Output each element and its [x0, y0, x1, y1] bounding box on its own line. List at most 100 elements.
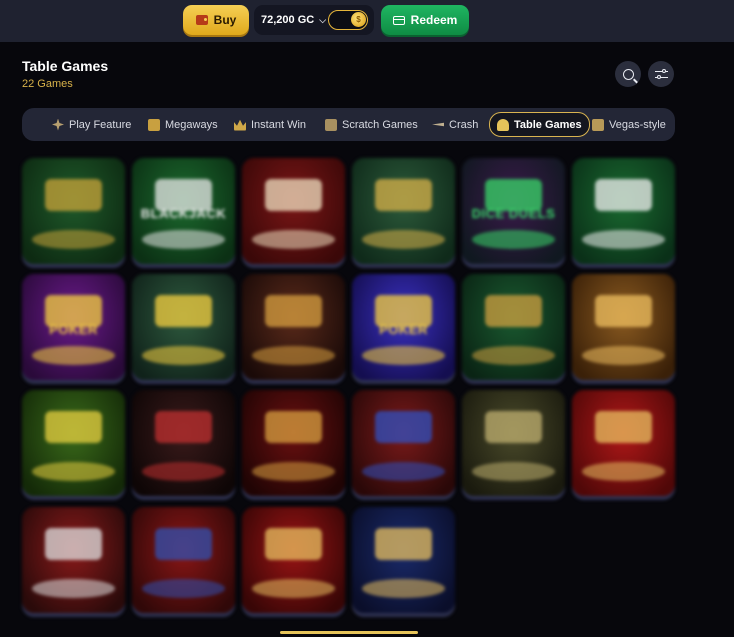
tab-instant-win[interactable]: Instant Win — [234, 112, 306, 137]
currency-toggle[interactable]: $ — [328, 10, 368, 30]
game-art-base — [252, 346, 335, 366]
game-tile[interactable] — [22, 158, 125, 264]
game-thumbnail: POKER — [22, 274, 125, 380]
game-thumbnail — [242, 274, 345, 380]
game-tile[interactable]: DICE DUELS — [462, 158, 565, 264]
game-art-base — [362, 346, 445, 366]
game-tile[interactable] — [242, 390, 345, 496]
buy-button[interactable]: Buy — [183, 5, 249, 35]
game-art — [594, 179, 653, 211]
game-thumbnail — [22, 158, 125, 264]
tab-label: Instant Win — [251, 118, 307, 131]
game-thumbnail: POKER — [352, 274, 455, 380]
filter-button[interactable] — [648, 61, 674, 87]
game-art — [594, 295, 653, 327]
game-art-base — [362, 230, 445, 250]
tab-table-games[interactable]: Table Games — [489, 112, 590, 137]
game-tile[interactable] — [462, 274, 565, 380]
megaways-icon — [148, 118, 160, 131]
game-art — [264, 411, 323, 443]
coin-icon: $ — [351, 12, 366, 27]
game-tile[interactable] — [572, 158, 675, 264]
game-art — [44, 411, 103, 443]
search-button[interactable] — [615, 61, 641, 87]
game-art-base — [472, 462, 555, 482]
game-thumbnail — [572, 274, 675, 380]
game-thumbnail — [352, 390, 455, 496]
tab-label: Scratch Games — [342, 118, 418, 131]
game-art-base — [362, 462, 445, 482]
game-art-base — [582, 230, 665, 250]
game-tile[interactable]: POKER — [352, 274, 455, 380]
game-art-base — [252, 230, 335, 250]
game-tile[interactable] — [352, 390, 455, 496]
crown-icon — [234, 119, 246, 131]
game-art-base — [142, 230, 225, 250]
game-art — [44, 528, 103, 560]
game-tile[interactable]: POKER — [22, 274, 125, 380]
game-tile[interactable] — [572, 390, 675, 496]
game-art-base — [252, 462, 335, 482]
tab-play-feature[interactable]: Play Feature — [52, 112, 131, 137]
game-art-base — [32, 346, 115, 366]
game-thumbnail — [132, 390, 235, 496]
game-art — [484, 295, 543, 327]
game-title: BLACKJACK — [140, 206, 227, 221]
game-art-base — [472, 230, 555, 250]
buy-label: Buy — [213, 13, 237, 27]
game-thumbnail — [352, 507, 455, 613]
game-art — [154, 295, 213, 327]
game-thumbnail — [22, 390, 125, 496]
card-icon — [392, 15, 405, 25]
tab-scratch-games[interactable]: Scratch Games — [325, 112, 418, 137]
game-art-base — [142, 346, 225, 366]
tab-vegas-style[interactable]: Vegas-style — [592, 112, 666, 137]
category-tabs: sPlay FeatureMegawaysInstant WinScratch … — [22, 108, 675, 141]
game-art-base — [582, 346, 665, 366]
sparkle-icon — [52, 118, 64, 131]
game-tile[interactable] — [132, 390, 235, 496]
game-tile[interactable] — [572, 274, 675, 380]
balance-value: 72,200 GC — [261, 14, 315, 26]
game-art-base — [362, 579, 445, 599]
chevron-down-icon[interactable]: ⌵ — [319, 15, 326, 26]
game-tile[interactable] — [462, 390, 565, 496]
game-title: DICE DUELS — [471, 206, 556, 221]
tab-label: Vegas-style — [609, 118, 666, 131]
tab-megaways[interactable]: Megaways — [148, 112, 218, 137]
redeem-button[interactable]: Redeem — [381, 5, 469, 35]
tab-label: Megaways — [165, 118, 218, 131]
redeem-label: Redeem — [410, 13, 458, 27]
balance-selector[interactable]: 72,200 GC ⌵ $ — [254, 5, 374, 35]
game-art — [374, 179, 433, 211]
search-icon — [622, 68, 634, 80]
game-art — [374, 411, 433, 443]
game-art-base — [252, 579, 335, 599]
game-art — [484, 411, 543, 443]
game-thumbnail — [242, 390, 345, 496]
game-thumbnail — [22, 507, 125, 613]
game-thumbnail — [242, 507, 345, 613]
game-art-base — [32, 230, 115, 250]
game-tile[interactable] — [352, 507, 455, 613]
game-tile[interactable] — [132, 274, 235, 380]
vegas-icon — [592, 118, 604, 131]
game-thumbnail — [462, 274, 565, 380]
game-art — [44, 179, 103, 211]
game-tile[interactable] — [22, 390, 125, 496]
game-thumbnail: DICE DUELS — [462, 158, 565, 264]
game-tile[interactable] — [132, 507, 235, 613]
tab-label: Play Feature — [69, 118, 132, 131]
page-title: Table Games — [22, 58, 109, 74]
game-tile[interactable] — [352, 158, 455, 264]
game-tile[interactable] — [242, 507, 345, 613]
top-bar: Buy 72,200 GC ⌵ $ Redeem — [0, 0, 734, 42]
game-art-base — [582, 462, 665, 482]
game-tile[interactable] — [242, 158, 345, 264]
plane-icon — [432, 122, 444, 127]
game-art-base — [32, 579, 115, 599]
game-tile[interactable] — [22, 507, 125, 613]
tab-crash[interactable]: Crash — [432, 112, 478, 137]
game-tile[interactable]: BLACKJACK — [132, 158, 235, 264]
game-tile[interactable] — [242, 274, 345, 380]
